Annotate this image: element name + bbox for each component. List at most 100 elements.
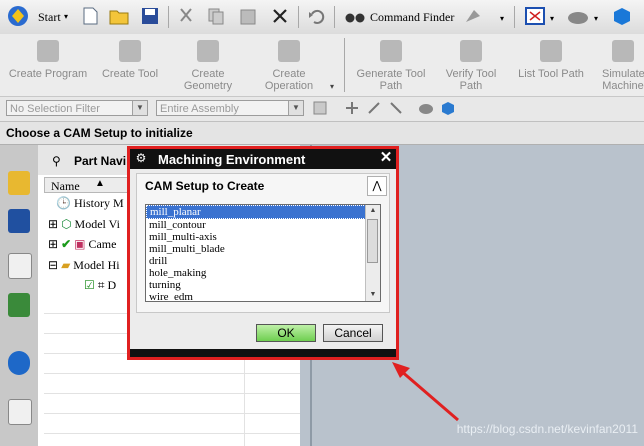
create-program-button[interactable]: Create Program — [8, 38, 88, 80]
tree-item-model-views[interactable]: ⊞ ⬡ Model Vi — [48, 217, 120, 235]
generate-tool-path-icon — [380, 40, 402, 62]
list-tool-path-label: List Tool Path — [518, 68, 584, 80]
cam-setup-group: CAM Setup to Create ⋀ mill_planar mill_c… — [136, 173, 390, 313]
cube-icon[interactable] — [610, 6, 630, 26]
dialog-title: Machining Environment — [158, 152, 306, 167]
close-button[interactable]: ✕ — [378, 150, 394, 166]
status-prompt: Choose a CAM Setup to initialize — [6, 126, 193, 140]
dialog-title-bar[interactable]: ⚙ Machining Environment ✕ — [130, 149, 396, 169]
collapse-group-button[interactable]: ⋀ — [367, 176, 387, 196]
cancel-button[interactable]: Cancel — [323, 324, 383, 342]
constraint-navigator-icon[interactable] — [8, 209, 30, 233]
scroll-down-icon[interactable]: ▼ — [366, 289, 380, 301]
filter-icon[interactable] — [312, 100, 328, 116]
tree-item-model-history[interactable]: ⊟ ▰ Model Hi — [48, 258, 120, 276]
watermark: https://blog.csdn.net/kevinfan2011 — [456, 422, 638, 436]
paste-icon[interactable] — [238, 6, 258, 26]
open-folder-icon[interactable] — [108, 6, 129, 26]
history-icon[interactable] — [8, 399, 32, 425]
list-scrollbar[interactable]: ▲ ▼ — [365, 205, 380, 301]
start-menu-button[interactable]: Start — [38, 10, 61, 25]
camera-icon: ▣ — [74, 237, 86, 251]
create-program-icon — [37, 40, 59, 62]
main-toolbar: Start ▾ Command Finder ▾ ▾ ▾ — [0, 0, 644, 35]
collapse-icon[interactable]: ⊟ — [48, 258, 58, 272]
tree-item-cameras[interactable]: ⊞ ✔ ▣ Came — [48, 237, 116, 255]
view-dropdown-icon[interactable]: ▾ — [550, 14, 554, 23]
new-file-icon[interactable] — [80, 6, 100, 26]
tree-item-history[interactable]: 🕒 History M — [56, 196, 124, 214]
list-item[interactable]: mill_multi-axis — [146, 231, 380, 243]
copy-icon[interactable] — [206, 6, 226, 26]
list-item[interactable]: hole_making — [146, 267, 380, 279]
command-finder-button[interactable]: Command Finder — [370, 10, 454, 25]
scope-value: Entire Assembly — [160, 103, 239, 115]
part-navigator-icon[interactable] — [8, 253, 32, 279]
operation-dropdown-icon[interactable]: ▾ — [330, 82, 334, 91]
selection-filter-dropdown[interactable]: No Selection Filter ▼ — [6, 100, 148, 116]
selection-bar: No Selection Filter ▼ Entire Assembly ▼ — [0, 97, 644, 122]
scroll-up-icon[interactable]: ▲ — [366, 205, 380, 217]
create-geometry-button[interactable]: Create Geometry — [178, 38, 238, 92]
create-operation-button[interactable]: Create Operation — [260, 38, 318, 92]
snap-point-icon[interactable] — [366, 100, 382, 116]
cam-toolbar: Create Program Create Tool Create Geomet… — [0, 34, 644, 97]
delete-icon[interactable] — [270, 6, 290, 26]
ok-button[interactable]: OK — [256, 324, 316, 342]
pin-icon[interactable]: ⚲ — [52, 154, 61, 168]
create-tool-label: Create Tool — [101, 68, 159, 80]
chevron-down-icon: ▼ — [288, 101, 303, 115]
list-item[interactable]: wire_edm — [146, 291, 380, 301]
simulate-machine-icon — [612, 40, 634, 62]
undo-icon[interactable] — [306, 6, 326, 26]
resource-bar — [0, 145, 39, 446]
generate-tool-path-button[interactable]: Generate Tool Path — [352, 38, 430, 92]
clock-icon: 🕒 — [56, 196, 71, 210]
status-bar: Choose a CAM Setup to initialize — [0, 122, 644, 145]
render-style-icon[interactable] — [566, 6, 588, 26]
start-icon[interactable] — [6, 4, 32, 28]
list-item[interactable]: turning — [146, 279, 380, 291]
dialog-footer — [130, 349, 396, 357]
info-icon[interactable] — [8, 351, 30, 375]
body-filter-icon[interactable] — [418, 100, 434, 116]
render-dropdown-icon[interactable]: ▾ — [594, 14, 598, 23]
list-item[interactable]: drill — [146, 255, 380, 267]
expand-icon[interactable]: ⊞ — [48, 217, 58, 231]
cut-icon[interactable] — [176, 6, 196, 26]
datum-icon: ⌗ — [97, 278, 105, 292]
reuse-library-icon[interactable] — [8, 293, 30, 317]
pick-icon[interactable] — [388, 100, 404, 116]
part-filter-icon[interactable] — [440, 100, 456, 116]
create-geometry-label: Create Geometry — [183, 68, 233, 92]
assembly-navigator-icon[interactable] — [8, 171, 30, 195]
list-tool-path-button[interactable]: List Tool Path — [514, 38, 588, 80]
verify-tool-path-icon — [460, 40, 482, 62]
gear-icon[interactable]: ⚙ — [134, 151, 148, 165]
snap-icon[interactable] — [344, 100, 360, 116]
scope-dropdown[interactable]: Entire Assembly ▼ — [156, 100, 304, 116]
expand-icon[interactable]: ⊞ — [48, 237, 58, 251]
create-operation-label: Create Operation — [264, 68, 314, 92]
row-divider — [44, 413, 300, 414]
customize-icon[interactable] — [462, 6, 482, 26]
list-item[interactable]: mill_planar — [146, 205, 366, 219]
create-geometry-icon — [197, 40, 219, 62]
tree-item-datum[interactable]: ☑ ⌗ D — [84, 278, 116, 296]
cam-setup-list[interactable]: mill_planar mill_contour mill_multi-axis… — [145, 204, 381, 302]
start-dropdown-icon[interactable]: ▾ — [64, 12, 68, 21]
create-tool-button[interactable]: Create Tool — [96, 38, 164, 80]
list-item[interactable]: mill_multi_blade — [146, 243, 380, 255]
views-icon: ⬡ — [61, 217, 72, 231]
fit-view-icon[interactable] — [524, 6, 545, 26]
scroll-thumb[interactable] — [367, 219, 378, 263]
simulate-machine-button[interactable]: Simulate Machine — [602, 38, 644, 92]
verify-tool-path-button[interactable]: Verify Tool Path — [438, 38, 504, 92]
checkbox-icon[interactable]: ☑ — [84, 278, 95, 292]
overflow-dropdown-icon[interactable]: ▾ — [500, 14, 504, 23]
row-divider — [44, 373, 300, 374]
tree-item-label: D — [107, 278, 117, 292]
save-icon[interactable] — [140, 6, 160, 26]
list-item[interactable]: mill_contour — [146, 219, 380, 231]
binoculars-icon[interactable] — [344, 6, 365, 26]
